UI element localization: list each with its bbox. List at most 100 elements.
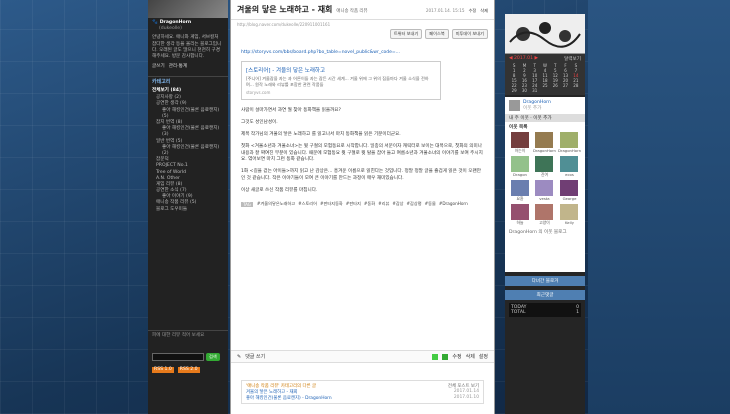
counter-total-label: TOTAL — [511, 310, 526, 315]
category-title: 카테고리 — [152, 79, 171, 86]
neighbor-avatar[interactable] — [510, 156, 529, 172]
calendar-day[interactable]: 31 — [530, 88, 540, 93]
neighbor-avatar[interactable] — [510, 180, 529, 196]
neighbor-item[interactable]: 고양이 — [533, 204, 556, 226]
header-art — [505, 14, 585, 54]
neighbor-avatar[interactable] — [535, 132, 554, 148]
write-link[interactable]: 글쓰기 — [152, 64, 165, 70]
post-area: 겨울의 닿은 노래하고 - 재회 애니송 작품 리뷰 2017.01.14. 1… — [230, 0, 495, 414]
neighbor-avatar[interactable] — [560, 204, 579, 220]
neighbor-avatar[interactable] — [560, 180, 579, 196]
tag-icon: TAG — [241, 201, 253, 207]
quote-box[interactable]: [스토리어] - 겨울의 닿은 노래하고 [주니어] 겨울잠을 자는 과 어른이… — [241, 61, 441, 100]
neighbor-name: Kelly — [564, 220, 574, 225]
tag-item[interactable]: #감상 — [392, 201, 403, 206]
share-badge-icon[interactable] — [432, 353, 439, 360]
neighbor-name: ecos — [565, 172, 574, 177]
calendar-month[interactable]: ◀ 2017.01 ▶ — [509, 56, 538, 62]
calendar-day[interactable]: 29 — [509, 88, 519, 93]
post-delete[interactable]: 삭제 — [480, 8, 488, 14]
share-me2day[interactable]: 미투데이 보내기 — [451, 29, 488, 39]
neighbor-name: 아는이 — [514, 148, 526, 153]
neighbor-avatar[interactable] — [510, 204, 529, 220]
widget-visitors[interactable]: 다녀간 블로거 — [505, 276, 585, 286]
neighbor-item[interactable]: Kelly — [558, 204, 581, 226]
quote-body: [주니어] 겨울잠을 자는 과 어른이들 자는 잠든 시간 세계... 겨울 위… — [246, 76, 429, 87]
rss1-link[interactable]: RSS 1.0 — [152, 367, 174, 374]
post-paragraph: 제목 작가님의 겨울의 닿은 노래하고 를 읽고나서 마치 동화책을 읽은 기분… — [241, 131, 401, 137]
comment-delete[interactable]: 삭제 — [466, 353, 475, 360]
calendar-day[interactable]: 30 — [519, 88, 529, 93]
post-edit[interactable]: 수정 — [469, 8, 477, 14]
sidebar-profile-tabs[interactable]: 내 주 이웃 · 이웃 추가 — [505, 114, 585, 122]
neighbor-item[interactable]: vesta — [533, 180, 556, 202]
category-total[interactable]: 전체보기 (84) — [152, 88, 224, 94]
share-facebook[interactable]: 페이스북 — [425, 29, 449, 39]
category-item[interactable]: 블로그 도우미들 — [152, 207, 224, 213]
neighbor-item[interactable]: 하늘 — [509, 204, 531, 226]
tag-item[interactable]: #스토리어 — [298, 201, 317, 206]
neighbor-item[interactable]: Dragon — [509, 156, 531, 178]
post-category-link[interactable]: 애니송 작품 리뷰 — [336, 8, 367, 14]
quote-domain: storyvs.com — [246, 90, 271, 95]
post-title[interactable]: 겨울의 닿은 노래하고 - 재회 — [237, 4, 332, 15]
tag-item[interactable]: #리뷰 — [378, 201, 389, 206]
calendar-grid: S M T W T F S 1 2 3 4 5 6 7 8 9 10 11 12 13 14 15 16 17 18 19 20 21… — [509, 63, 581, 93]
story-link[interactable]: http://storyvs.com/bbs/board.php?bo_tabl… — [241, 50, 400, 55]
neighbor-name: 하늘 — [516, 220, 524, 225]
tag-item[interactable]: #감상평 — [407, 201, 422, 206]
neighbor-avatar[interactable] — [510, 132, 529, 148]
neighbor-name: Dragon — [512, 172, 527, 177]
related-title[interactable]: 좋아 해킹인건(물론 음료캔지) - DragonHorn — [246, 395, 332, 401]
category-item[interactable]: 좋아 해킹인건(물론 음료캔지) (5) — [152, 108, 224, 120]
rss2-link[interactable]: RSS 2.0 — [177, 367, 200, 374]
comment-edit[interactable]: 수정 — [452, 353, 461, 360]
tag-item[interactable]: #DragonHorn — [439, 201, 468, 206]
tag-item[interactable]: #동물 — [425, 201, 436, 206]
calendar-day[interactable]: 26 — [550, 83, 560, 88]
post-paragraph: 첫화 <겨울소년과 겨울소녀>는 뭣 구절의 모험동요로 시작합니다. 일종의 … — [241, 143, 483, 163]
left-footer-note: 피에 대한 리뷰 적어 보세요 — [152, 333, 205, 338]
search-button[interactable]: 검색 — [206, 353, 220, 362]
neighbor-item[interactable]: 진여 — [533, 156, 556, 178]
post-paragraph: 1화 <길을 걷는 아이들>까지 읽고 난 감상은... 흥겨운 이름으로 읽힌… — [241, 169, 481, 182]
neighbor-avatar[interactable] — [535, 156, 554, 172]
neighbor-item[interactable]: George — [558, 180, 581, 202]
comment-write[interactable]: 댓글 쓰기 — [245, 353, 265, 360]
admin-link[interactable]: 관리·통계 — [169, 64, 187, 70]
category-item[interactable]: 좋아 해킹인건(물론 음료캔지) (3) — [152, 126, 224, 138]
share-badge-icon-2[interactable] — [442, 353, 449, 360]
profile-handle: (dukeolle) — [159, 26, 182, 32]
left-sidebar: 🐾 DragonHorn (dukeolle) 안녕하세요. 애니와 게임, 서… — [148, 0, 228, 414]
neighbor-item[interactable]: 아는이 — [509, 132, 531, 154]
tag-item[interactable]: #판타지동화 — [320, 201, 343, 206]
share-twitter[interactable]: 트위터 보내기 — [389, 29, 423, 39]
tag-item[interactable]: #겨울의닿은노래하고 — [257, 201, 295, 206]
neighbor-item[interactable]: DragonHorn — [533, 132, 556, 154]
tag-item[interactable]: #동화 — [364, 201, 375, 206]
sidebar-search-input[interactable] — [152, 353, 204, 362]
neighbor-name: DragonHorn — [557, 148, 581, 153]
calendar-day[interactable]: 27 — [560, 83, 570, 88]
neighbor-item[interactable]: ecos — [558, 156, 581, 178]
post-url[interactable]: http://blog.naver.com/dukeolle/220911001… — [237, 22, 330, 27]
comment-settings[interactable]: 설정 — [479, 353, 488, 360]
tag-item[interactable]: #판타지 — [346, 201, 361, 206]
widget-recent-comments[interactable]: 최근댓글 — [505, 290, 585, 300]
neighbors-footer: DragonHorn 의 이웃 블로그 — [509, 230, 567, 235]
neighbor-avatar[interactable] — [535, 180, 554, 196]
calendar-day[interactable]: 25 — [540, 83, 550, 88]
neighbor-avatar[interactable] — [560, 156, 579, 172]
neighbor-avatar[interactable] — [560, 132, 579, 148]
related-item[interactable]: 좋아 해킹인건(물론 음료캔지) - DragonHorn 2017.01.10 — [246, 395, 479, 401]
neighbor-avatar[interactable] — [535, 204, 554, 220]
paw-icon: 🐾 — [152, 20, 158, 25]
neighbor-item[interactable]: DragonHorn — [558, 132, 581, 154]
related-list: 겨울의 닿은 노래하고 - 재회 2017.01.14 좋아 해킹인건(물론 음료캔… — [246, 389, 479, 401]
category-item[interactable]: 좋아 해킹인건(물론 음료캔지) (2) — [152, 145, 224, 157]
calendar-day[interactable]: 28 — [571, 83, 581, 88]
counter-total-value: 1 — [576, 310, 579, 315]
neighbor-item[interactable]: 요환 — [509, 180, 531, 202]
neighbor-name: George — [562, 196, 577, 201]
calendar-toggle[interactable]: 달력보기 — [564, 56, 581, 62]
